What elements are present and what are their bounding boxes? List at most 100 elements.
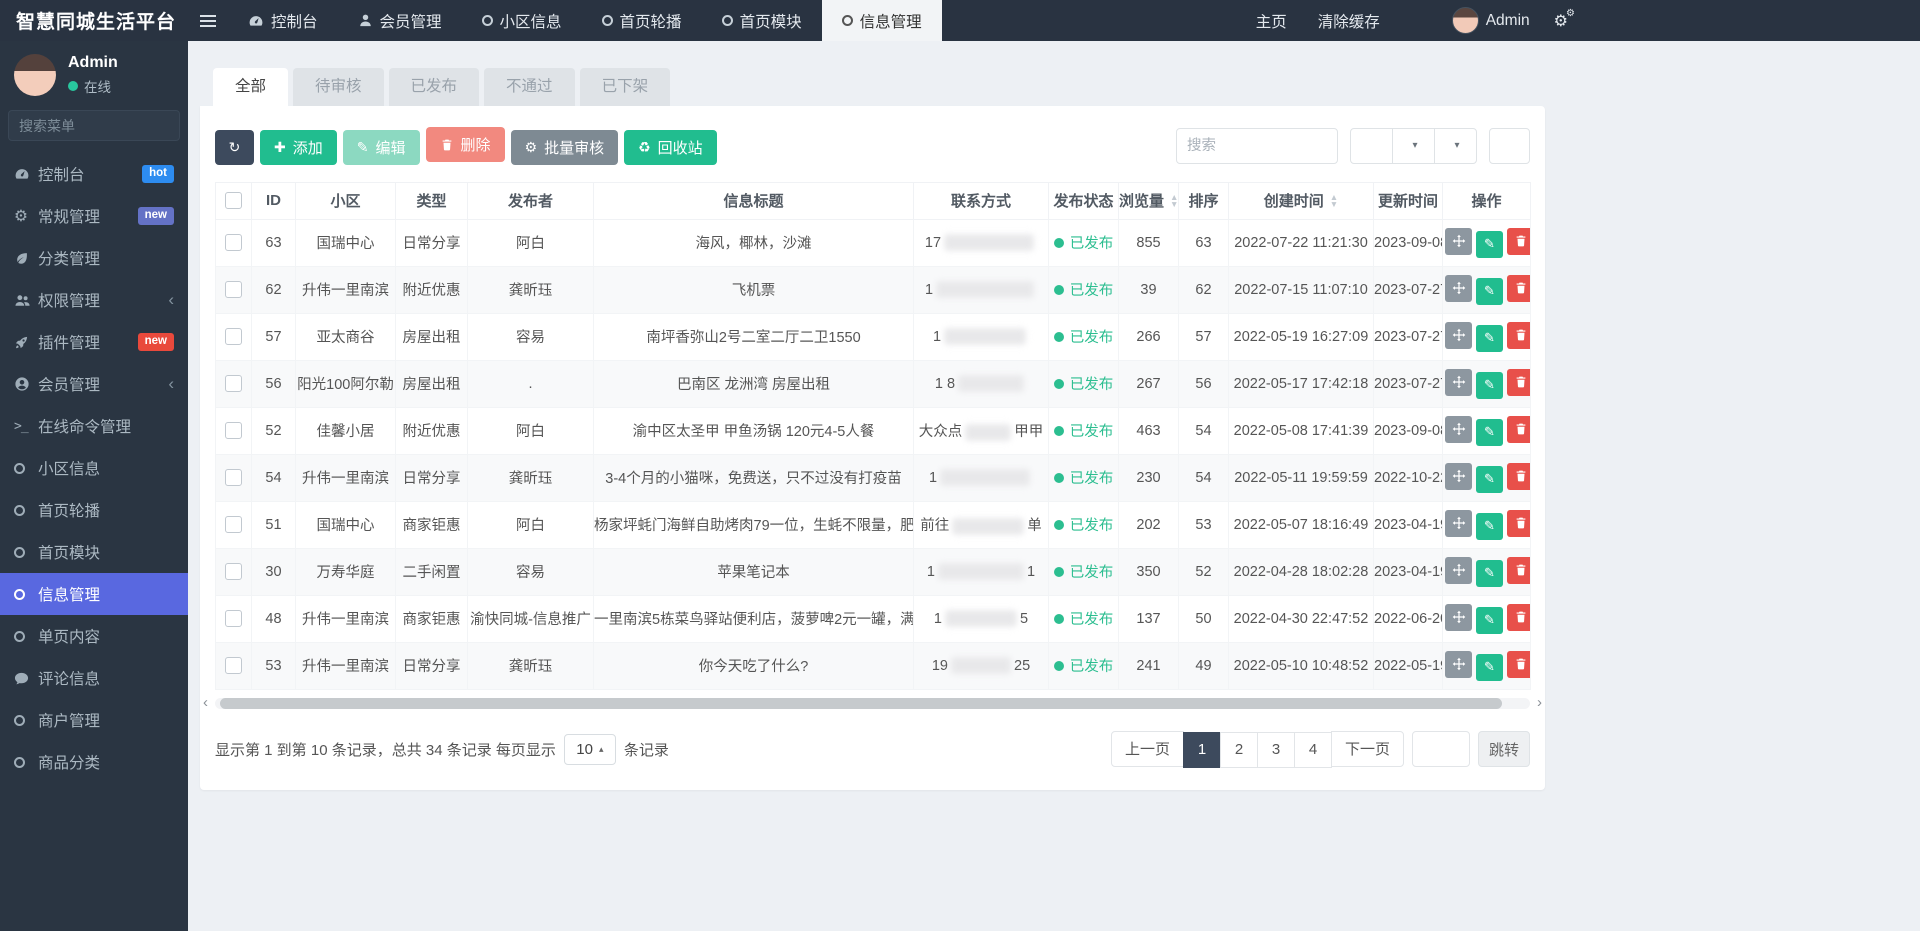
row-checkbox[interactable] [225,610,242,627]
row-edit-button[interactable]: ✎ [1476,418,1503,446]
sidebar-item-评论信息[interactable]: 评论信息 [0,657,188,699]
edit-button[interactable]: ✎ 编辑 [342,129,420,165]
row-move-button[interactable] [1445,227,1472,255]
sidebar-item-单页内容[interactable]: 单页内容 [0,615,188,657]
row-move-button[interactable] [1445,368,1472,396]
row-edit-button[interactable]: ✎ [1476,606,1503,634]
row-delete-button[interactable] [1507,227,1530,255]
row-edit-button[interactable]: ✎ [1476,653,1503,681]
tab-待审核[interactable]: 待审核 [293,68,384,106]
sidebar-item-小区信息[interactable]: 小区信息 [0,447,188,489]
clear-cache-button[interactable]: 清除缓存 [1311,10,1380,32]
sidebar-item-信息管理[interactable]: 信息管理 [0,573,188,615]
jump-button[interactable]: 跳转 [1478,731,1530,767]
sidebar-item-控制台[interactable]: 控制台 hot [0,153,188,195]
search-submit-button[interactable] [1489,127,1530,164]
column-header-浏览量[interactable]: 浏览量 ▲ ▼ [1118,181,1179,220]
row-checkbox[interactable] [225,469,242,486]
jump-page-input[interactable] [1412,731,1470,767]
recycle-button[interactable]: ♻ 回收站 [624,129,717,165]
tab-不通过[interactable]: 不通过 [484,68,575,106]
menu-search-input[interactable] [8,110,180,141]
row-move-button[interactable] [1445,415,1472,443]
row-move-button[interactable] [1445,509,1472,537]
sidebar-item-常规管理[interactable]: ⚙ 常规管理 new [0,195,188,237]
home-link[interactable]: 主页 [1249,10,1287,32]
row-delete-button[interactable] [1507,368,1530,396]
sidebar-item-商户管理[interactable]: 商户管理 [0,699,188,741]
row-delete-button[interactable] [1507,556,1530,584]
settings-button[interactable]: ⚙ ⚙ [1554,8,1575,31]
tab-全部[interactable]: 全部 [213,68,289,106]
sidebar-item-插件管理[interactable]: 插件管理 new [0,321,188,363]
chevron-left-icon[interactable]: ‹ [203,694,208,711]
row-edit-button[interactable]: ✎ [1476,371,1503,399]
topnav-tab-首页轮播[interactable]: 首页轮播 [582,0,702,41]
topnav-tab-会员管理[interactable]: 会员管理 [338,0,462,41]
row-delete-button[interactable] [1507,509,1530,537]
row-move-button[interactable] [1445,274,1472,302]
detail-view-button[interactable] [1350,127,1393,164]
row-delete-button[interactable] [1507,650,1530,678]
sidebar-item-首页模块[interactable]: 首页模块 [0,531,188,573]
sidebar-item-商品分类[interactable]: 商品分类 [0,741,188,783]
topnav-tab-小区信息[interactable]: 小区信息 [462,0,582,41]
row-checkbox[interactable] [225,375,242,392]
row-delete-button[interactable] [1507,415,1530,443]
page-button-2[interactable]: 2 [1219,731,1258,768]
table-search-input[interactable] [1176,127,1338,164]
row-edit-button[interactable]: ✎ [1476,559,1503,587]
topnav-tab-信息管理[interactable]: 信息管理 [821,0,942,41]
delete-button[interactable]: 删除 [425,127,505,162]
row-checkbox[interactable] [225,328,242,345]
topnav-tab-首页模块[interactable]: 首页模块 [702,0,822,41]
row-checkbox[interactable] [225,422,242,439]
sidebar-item-首页轮播[interactable]: 首页轮播 [0,489,188,531]
sidebar-toggle-button[interactable] [188,0,228,41]
per-page-select[interactable]: 10 ▴ [563,733,616,765]
columns-button[interactable]: ▾ [1392,127,1435,164]
row-move-button[interactable] [1445,462,1472,490]
row-move-button[interactable] [1445,556,1472,584]
batch-audit-button[interactable]: ⚙ 批量审核 [510,129,619,165]
row-move-button[interactable] [1445,603,1472,631]
row-delete-button[interactable] [1507,462,1530,490]
refresh-button[interactable]: ↻ [215,129,254,165]
chevron-right-icon[interactable]: › [1537,694,1542,711]
sidebar-item-权限管理[interactable]: 权限管理 ‹ [0,279,188,321]
row-checkbox[interactable] [225,281,242,298]
topnav-tab-控制台[interactable]: 控制台 [228,0,338,41]
row-delete-button[interactable] [1507,603,1530,631]
row-edit-button[interactable]: ✎ [1476,512,1503,540]
row-edit-button[interactable]: ✎ [1476,277,1503,305]
select-all-checkbox[interactable] [225,192,242,210]
row-checkbox[interactable] [225,234,242,251]
sort-icon[interactable]: ▲ ▼ [1170,192,1177,208]
scrollbar-thumb[interactable] [220,697,1502,709]
row-delete-button[interactable] [1507,274,1530,302]
sort-icon[interactable]: ▲ ▼ [1330,192,1338,208]
sidebar-item-分类管理[interactable]: 分类管理 [0,237,188,279]
add-button[interactable]: ✚ 添加 [260,129,337,165]
page-button-4[interactable]: 4 [1293,731,1332,768]
row-checkbox[interactable] [225,657,242,674]
sidebar-item-会员管理[interactable]: 会员管理 ‹ [0,363,188,405]
next-page-button[interactable]: 下一页 [1330,730,1404,767]
export-button[interactable]: ▾ [1434,127,1477,164]
tab-已下架[interactable]: 已下架 [579,68,671,106]
page-button-1[interactable]: 1 [1182,731,1221,768]
tab-已发布[interactable]: 已发布 [388,68,480,106]
row-edit-button[interactable]: ✎ [1476,230,1503,258]
row-move-button[interactable] [1445,650,1472,678]
page-button-3[interactable]: 3 [1256,731,1295,768]
row-edit-button[interactable]: ✎ [1476,324,1503,352]
user-menu[interactable]: Admin [1451,7,1530,34]
sidebar-item-在线命令管理[interactable]: >_ 在线命令管理 [0,405,188,447]
row-checkbox[interactable] [225,563,242,580]
row-edit-button[interactable]: ✎ [1476,465,1503,493]
row-move-button[interactable] [1445,321,1472,349]
column-header-创建时间[interactable]: 创建时间 ▲ ▼ [1228,181,1374,220]
row-delete-button[interactable] [1507,321,1530,349]
prev-page-button[interactable]: 上一页 [1110,730,1184,767]
row-checkbox[interactable] [225,516,242,533]
